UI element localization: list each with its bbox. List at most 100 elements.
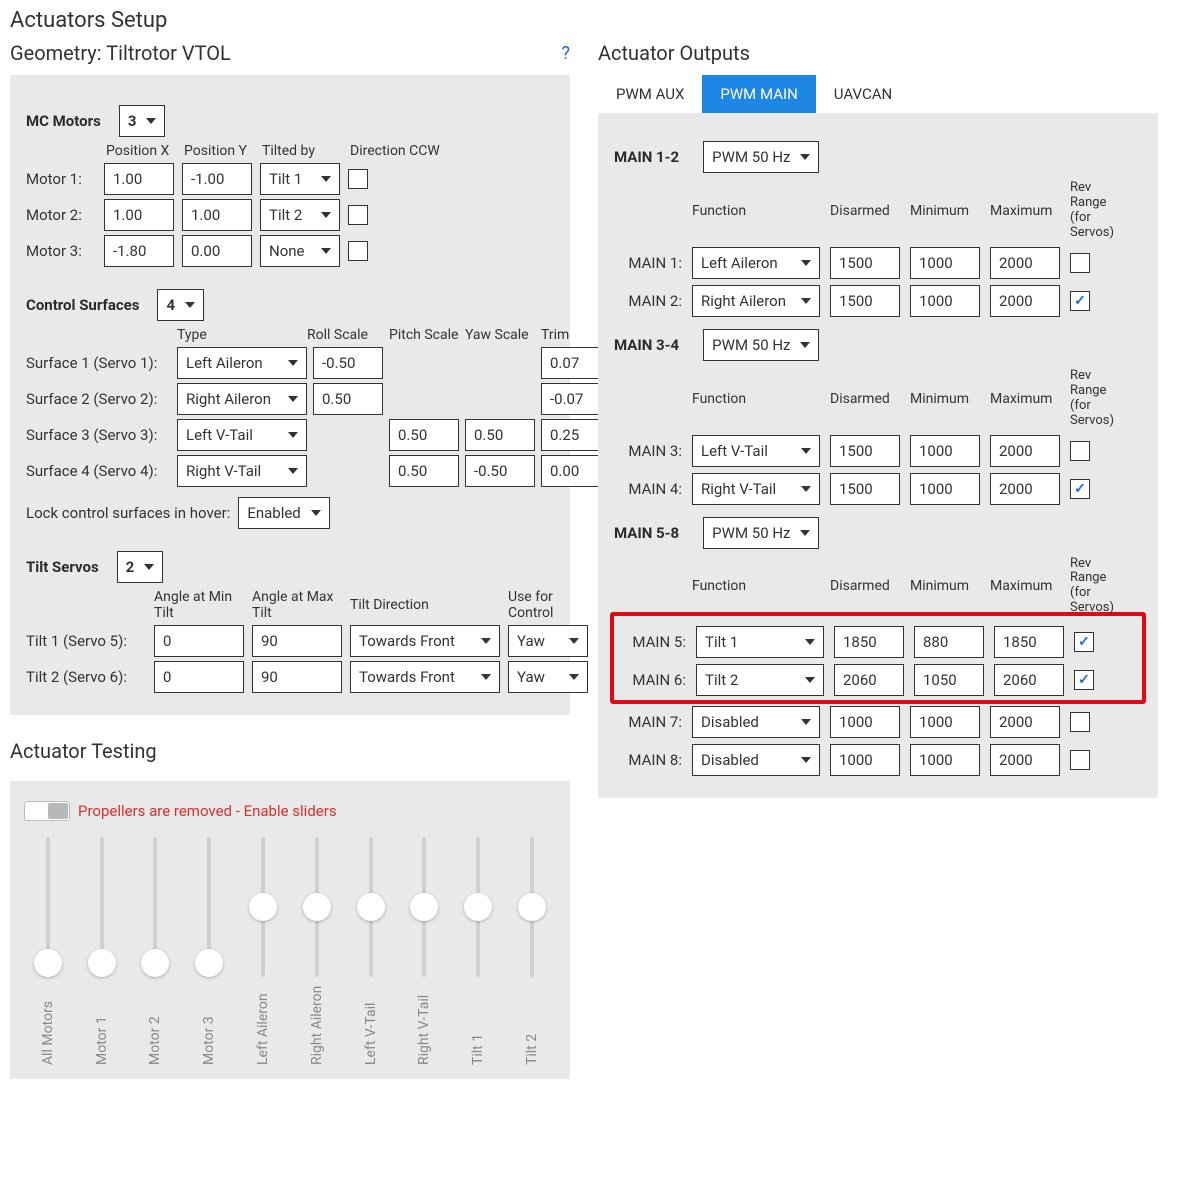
output-max-input[interactable]: 2000: [990, 744, 1060, 776]
slider-track[interactable]: [153, 837, 157, 977]
slider-track[interactable]: [100, 837, 104, 977]
motor-posy-input[interactable]: 0.00: [182, 235, 252, 267]
surface-pitch-input[interactable]: 0.50: [389, 455, 459, 487]
output-disarmed-input[interactable]: 1500: [830, 473, 900, 505]
output-min-input[interactable]: 1000: [910, 744, 980, 776]
output-func-select[interactable]: Disabled: [692, 706, 820, 738]
output-rev-checkbox[interactable]: ✓: [1070, 479, 1090, 499]
output-rev-checkbox[interactable]: ✓: [1074, 632, 1094, 652]
output-min-input[interactable]: 1000: [910, 473, 980, 505]
tilt-amax-input[interactable]: 90: [252, 661, 342, 693]
surface-roll-input[interactable]: -0.50: [313, 347, 383, 379]
output-func-select[interactable]: Disabled: [692, 744, 820, 776]
output-max-input[interactable]: 2000: [990, 706, 1060, 738]
motor-ccw-checkbox[interactable]: [348, 169, 368, 189]
slider-thumb[interactable]: [141, 949, 169, 977]
output-disarmed-input[interactable]: 2060: [834, 664, 904, 696]
enable-sliders-toggle[interactable]: [24, 801, 70, 821]
help-icon[interactable]: ?: [561, 43, 570, 64]
slider-thumb[interactable]: [410, 893, 438, 921]
output-func-select[interactable]: Left V-Tail: [692, 435, 820, 467]
slider-thumb[interactable]: [88, 949, 116, 977]
tilt-use-select[interactable]: Yaw: [508, 661, 588, 693]
motor-ccw-checkbox[interactable]: [348, 205, 368, 225]
surface-type-select[interactable]: Right V-Tail: [177, 455, 307, 487]
motor-posx-input[interactable]: 1.00: [104, 199, 174, 231]
tilt-amax-input[interactable]: 90: [252, 625, 342, 657]
surface-yaw-input[interactable]: -0.50: [465, 455, 535, 487]
motor-posy-input[interactable]: 1.00: [182, 199, 252, 231]
motor-posy-input[interactable]: -1.00: [182, 163, 252, 195]
output-max-input[interactable]: 2000: [990, 285, 1060, 317]
motor-tilt-select[interactable]: Tilt 1: [260, 163, 340, 195]
tilt-dir-select[interactable]: Towards Front: [350, 661, 500, 693]
output-rev-checkbox[interactable]: ✓: [1070, 291, 1090, 311]
surface-pitch-input[interactable]: 0.50: [389, 419, 459, 451]
slider-thumb[interactable]: [518, 893, 546, 921]
output-disarmed-input[interactable]: 1000: [830, 706, 900, 738]
surface-type-select[interactable]: Left V-Tail: [177, 419, 307, 451]
tilt-dir-select[interactable]: Towards Front: [350, 625, 500, 657]
slider-thumb[interactable]: [195, 949, 223, 977]
slider-track[interactable]: [261, 837, 265, 977]
slider-track[interactable]: [530, 837, 534, 977]
tab-pwm-main[interactable]: PWM MAIN: [702, 75, 815, 113]
output-func-select[interactable]: Tilt 2: [696, 664, 824, 696]
output-max-input[interactable]: 2000: [990, 435, 1060, 467]
output-rev-checkbox[interactable]: ✓: [1074, 670, 1094, 690]
tilt-amin-input[interactable]: 0: [154, 661, 244, 693]
slider-thumb[interactable]: [249, 893, 277, 921]
output-freq-select[interactable]: PWM 50 Hz: [703, 329, 819, 361]
motor-tilt-select[interactable]: None: [260, 235, 340, 267]
slider-thumb[interactable]: [357, 893, 385, 921]
output-rev-checkbox[interactable]: [1070, 750, 1090, 770]
output-func-select[interactable]: Right Aileron: [692, 285, 820, 317]
slider-track[interactable]: [476, 837, 480, 977]
slider-thumb[interactable]: [34, 949, 62, 977]
motor-posx-input[interactable]: -1.80: [104, 235, 174, 267]
tilt-use-select[interactable]: Yaw: [508, 625, 588, 657]
tilt-servos-count-select[interactable]: 2: [117, 551, 164, 583]
surface-type-select[interactable]: Left Aileron: [177, 347, 307, 379]
slider-thumb[interactable]: [303, 893, 331, 921]
output-max-input[interactable]: 2000: [990, 473, 1060, 505]
surface-yaw-input[interactable]: 0.50: [465, 419, 535, 451]
output-max-input[interactable]: 1850: [994, 626, 1064, 658]
motor-posx-input[interactable]: 1.00: [104, 163, 174, 195]
surface-type-select[interactable]: Right Aileron: [177, 383, 307, 415]
output-disarmed-input[interactable]: 1500: [830, 247, 900, 279]
output-func-select[interactable]: Tilt 1: [696, 626, 824, 658]
output-func-select[interactable]: Left Aileron: [692, 247, 820, 279]
output-max-input[interactable]: 2060: [994, 664, 1064, 696]
slider-track[interactable]: [46, 837, 50, 977]
output-freq-select[interactable]: PWM 50 Hz: [703, 141, 819, 173]
control-surfaces-count-select[interactable]: 4: [157, 289, 204, 321]
output-disarmed-input[interactable]: 1850: [834, 626, 904, 658]
slider-thumb[interactable]: [464, 893, 492, 921]
slider-track[interactable]: [315, 837, 319, 977]
slider-track[interactable]: [422, 837, 426, 977]
output-freq-select[interactable]: PWM 50 Hz: [703, 517, 819, 549]
tab-pwm-aux[interactable]: PWM AUX: [598, 75, 702, 113]
slider-track[interactable]: [369, 837, 373, 977]
motor-tilt-select[interactable]: Tilt 2: [260, 199, 340, 231]
output-min-input[interactable]: 1000: [910, 435, 980, 467]
output-disarmed-input[interactable]: 1500: [830, 435, 900, 467]
output-func-select[interactable]: Right V-Tail: [692, 473, 820, 505]
lock-hover-select[interactable]: Enabled: [238, 497, 329, 529]
output-rev-checkbox[interactable]: [1070, 253, 1090, 273]
output-min-input[interactable]: 880: [914, 626, 984, 658]
surface-roll-input[interactable]: 0.50: [313, 383, 383, 415]
output-min-input[interactable]: 1000: [910, 706, 980, 738]
output-disarmed-input[interactable]: 1500: [830, 285, 900, 317]
output-rev-checkbox[interactable]: [1070, 712, 1090, 732]
mc-motors-count-select[interactable]: 3: [119, 105, 166, 137]
output-disarmed-input[interactable]: 1000: [830, 744, 900, 776]
tilt-amin-input[interactable]: 0: [154, 625, 244, 657]
slider-track[interactable]: [207, 837, 211, 977]
output-max-input[interactable]: 2000: [990, 247, 1060, 279]
motor-ccw-checkbox[interactable]: [348, 241, 368, 261]
output-min-input[interactable]: 1050: [914, 664, 984, 696]
output-rev-checkbox[interactable]: [1070, 441, 1090, 461]
output-min-input[interactable]: 1000: [910, 247, 980, 279]
